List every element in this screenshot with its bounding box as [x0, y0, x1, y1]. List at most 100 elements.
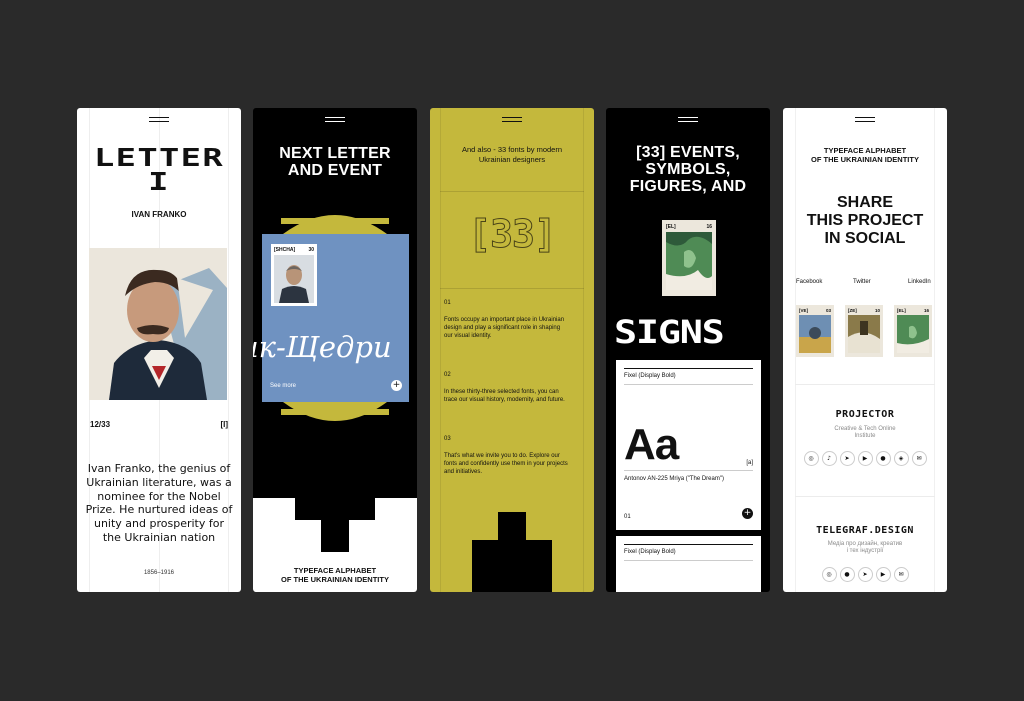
footer-title-line: TYPEFACE ALPHABET	[293, 566, 377, 575]
description-line: Institute	[854, 433, 876, 439]
telegraf-social-icons: ◎ ● ➤ ▶ ✉	[783, 567, 947, 582]
header-title-line: OF THE UKRAINIAN IDENTITY	[811, 155, 919, 164]
font-sample: Aa	[624, 420, 679, 469]
description-line: Медіа про дизайн, креатив	[827, 541, 903, 547]
telegraf-logo[interactable]: TELEGRAF.DESIGN	[783, 525, 947, 536]
card-tag: [ZE]	[848, 308, 857, 313]
plus-button[interactable]: +	[391, 380, 402, 391]
biography-text: Ivan Franko, the genius of Ukrainian lit…	[85, 462, 233, 544]
fonts-item-1: 01 Fonts occupy an important place in Uk…	[444, 300, 569, 340]
letter-index-tag: [I]	[220, 420, 228, 429]
grid-line	[934, 108, 935, 592]
item-text: That's what we invite you to do. Explore…	[444, 453, 568, 475]
projector-description: Creative & Tech Online Institute	[783, 426, 947, 440]
divider	[795, 496, 935, 497]
card-illustration	[848, 315, 880, 353]
life-years: 1856–1916	[143, 570, 175, 576]
font-card[interactable]: Fixel (Display Bold)	[616, 536, 761, 592]
see-more-link[interactable]: See more	[270, 383, 296, 389]
footer-title: TYPEFACE ALPHABET OF THE UKRAINIAN IDENT…	[253, 566, 417, 584]
next-letter-title: NEXT LETTER AND EVENT	[253, 145, 417, 179]
menu-icon[interactable]	[149, 117, 169, 122]
card-illustration	[897, 315, 929, 353]
facebook-icon[interactable]: ●	[875, 451, 891, 466]
telegram-icon[interactable]: ➤	[857, 567, 873, 582]
menu-icon[interactable]	[678, 117, 698, 122]
share-title-line: THIS PROJECT	[806, 212, 924, 229]
item-number: 03	[444, 436, 451, 442]
description-line: і тех індустрії	[846, 548, 884, 554]
fonts-item-3: 03 That's what we invite you to do. Expl…	[444, 436, 569, 476]
title-line: FIGURES, AND	[629, 178, 747, 195]
title-line: NEXT LETTER	[279, 145, 391, 162]
person-name: IVAN FRANKO	[131, 210, 187, 219]
script-sample: ик-Щедри	[253, 330, 392, 364]
intro-line: And also - 33 fonts by modern	[461, 145, 563, 154]
divider	[795, 384, 935, 385]
share-cards: [VE] 03 [ZE] 10 [EL] 16	[796, 305, 932, 357]
divider	[440, 288, 584, 289]
projector-logo[interactable]: PROJECTOR	[783, 409, 947, 420]
letter-title-glyph: I	[148, 167, 170, 196]
facebook-icon[interactable]: ●	[839, 567, 855, 582]
divider	[624, 544, 753, 545]
item-text: Fonts occupy an important place in Ukrai…	[444, 317, 565, 339]
font-name: Fixel (Display Bold)	[624, 373, 676, 379]
instagram-icon[interactable]: ◎	[821, 567, 837, 582]
footer-title-line: OF THE UKRAINIAN IDENTITY	[281, 575, 389, 584]
card-tag: [VE]	[799, 308, 808, 313]
tiktok-icon[interactable]: ♪	[821, 451, 837, 466]
item-number: 01	[444, 300, 451, 306]
intro-line: Ukrainian designers	[478, 155, 546, 164]
divider	[624, 470, 753, 471]
event-card[interactable]: [EL] 16	[662, 220, 716, 296]
facebook-link[interactable]: Facebook	[796, 279, 822, 285]
portrait-image	[89, 248, 227, 400]
divider	[624, 368, 753, 369]
letter-card[interactable]: [SHCHA] 30 ик-Щедри See more +	[253, 234, 409, 402]
letter-counter: 12/33	[90, 420, 111, 429]
plus-button[interactable]: +	[742, 508, 753, 519]
divider	[440, 191, 584, 192]
share-card[interactable]: [EL] 16	[894, 305, 932, 357]
events-title: [33] EVENTS, SYMBOLS, FIGURES, AND	[606, 144, 770, 195]
email-icon[interactable]: ✉	[893, 567, 909, 582]
title-line: [33] EVENTS,	[636, 144, 740, 161]
share-card[interactable]: [ZE] 10	[845, 305, 883, 357]
sample-tag: [a]	[746, 460, 753, 466]
divider	[624, 384, 753, 385]
outlined-glyph: [33]	[430, 212, 594, 257]
header-title: TYPEFACE ALPHABET OF THE UKRAINIAN IDENT…	[783, 146, 947, 164]
card-index: 01	[624, 514, 631, 520]
youtube-icon[interactable]: ▶	[875, 567, 891, 582]
title-line: SYMBOLS,	[645, 161, 731, 178]
linkedin-link[interactable]: LinkedIn	[908, 279, 931, 285]
card-number: 16	[923, 308, 929, 313]
share-title-line: IN SOCIAL	[824, 230, 906, 247]
youtube-icon[interactable]: ▶	[857, 451, 873, 466]
menu-icon[interactable]	[502, 117, 522, 122]
instagram-icon[interactable]: ◎	[803, 451, 819, 466]
telegram-icon[interactable]: ➤	[839, 451, 855, 466]
fonts-intro: And also - 33 fonts by modern Ukrainian …	[430, 145, 594, 165]
description-line: Creative & Tech Online	[834, 426, 896, 432]
card-tag: [EL]	[666, 224, 676, 230]
card-illustration	[666, 232, 712, 290]
twitter-link[interactable]: Twitter	[853, 279, 871, 285]
share-card[interactable]: [VE] 03	[796, 305, 834, 357]
divider	[624, 560, 753, 561]
card-illustration	[799, 315, 831, 353]
menu-icon[interactable]	[325, 117, 345, 122]
font-card[interactable]: Fixel (Display Bold) Aa [a] Antonov AN-2…	[616, 360, 761, 530]
screen-letter-page: LETTER I IVAN FRANKO 12/33 [I] Ivan Fran…	[77, 108, 241, 592]
menu-icon[interactable]	[855, 117, 875, 122]
mastodon-icon[interactable]: ◈	[893, 451, 909, 466]
card-tag: [EL]	[897, 308, 906, 313]
fonts-item-2: 02 In these thirty-three selected fonts,…	[444, 372, 569, 404]
font-caption: Antonov AN-225 Mriya ("The Dream")	[624, 476, 724, 482]
share-title-line: SHARE	[836, 194, 893, 211]
screen-next-letter: NEXT LETTER AND EVENT [SHCHA] 30 ик-Щедри…	[253, 108, 417, 592]
email-icon[interactable]: ✉	[911, 451, 927, 466]
screen-fonts: And also - 33 fonts by modern Ukrainian …	[430, 108, 594, 592]
stepped-pattern	[472, 512, 552, 592]
